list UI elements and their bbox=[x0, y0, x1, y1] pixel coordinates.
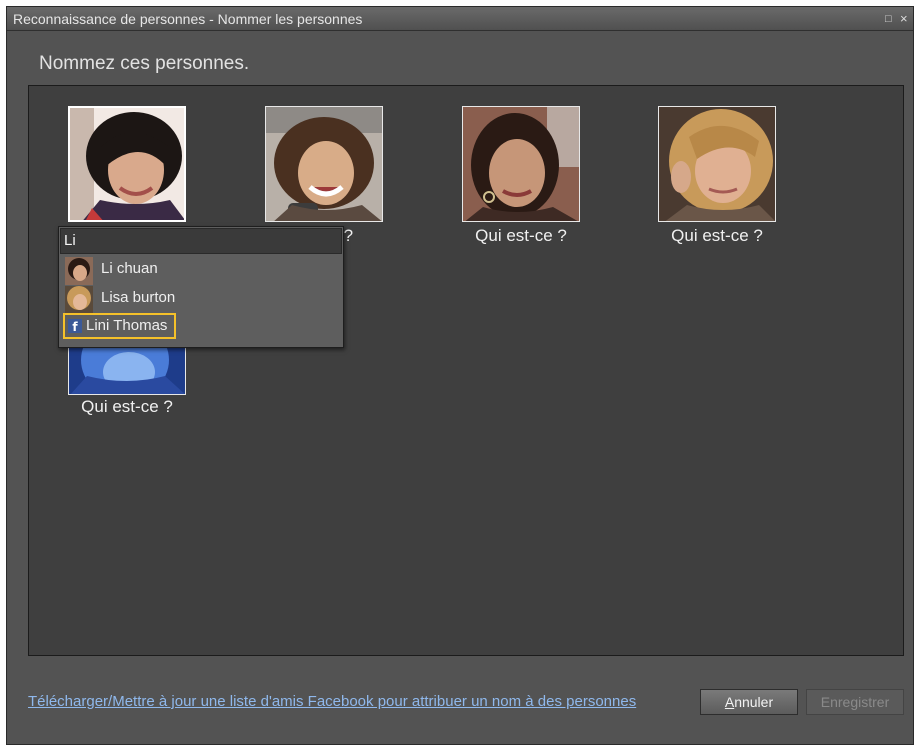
facebook-friends-link[interactable]: Télécharger/Mettre à jour une liste d'am… bbox=[28, 693, 636, 710]
avatar bbox=[65, 257, 93, 285]
suggestion-lini-thomas[interactable]: f Lini Thomas bbox=[63, 313, 176, 339]
cancel-mnemonic: A bbox=[724, 694, 735, 710]
facebook-icon: f bbox=[68, 319, 82, 334]
title-bar[interactable]: Reconnaissance de personnes - Nommer les… bbox=[7, 7, 913, 31]
avatar bbox=[65, 286, 93, 314]
close-icon[interactable]: × bbox=[900, 7, 908, 31]
dialog-window: Reconnaissance de personnes - Nommer les… bbox=[6, 6, 914, 745]
faces-panel: ce ? Qui est-ce ? bbox=[28, 85, 904, 656]
face-caption-4[interactable]: Qui est-ce ? bbox=[647, 226, 787, 246]
name-input[interactable]: Li bbox=[60, 228, 342, 254]
suggestion-lisa-burton[interactable]: Lisa burton bbox=[63, 284, 339, 314]
face-caption-5[interactable]: Qui est-ce ? bbox=[57, 397, 197, 417]
name-autocomplete: Li Li chuan Lisa burton f Lini Thomas bbox=[58, 226, 344, 348]
restore-icon[interactable]: □ bbox=[885, 7, 892, 31]
window-title: Reconnaissance de personnes - Nommer les… bbox=[13, 11, 363, 27]
suggestion-li-chuan[interactable]: Li chuan bbox=[63, 255, 339, 285]
face-thumbnail-2[interactable] bbox=[265, 106, 383, 222]
suggestion-label: Lini Thomas bbox=[86, 317, 168, 334]
cancel-label: nnuler bbox=[734, 694, 774, 710]
suggestion-label: Lisa burton bbox=[101, 289, 176, 306]
page-title: Nommez ces personnes. bbox=[39, 53, 250, 74]
cancel-button[interactable]: Annuler bbox=[700, 689, 798, 715]
face-thumbnail-1[interactable] bbox=[68, 106, 186, 222]
save-button[interactable]: Enregistrer bbox=[806, 689, 904, 715]
face-caption-3[interactable]: Qui est-ce ? bbox=[451, 226, 591, 246]
suggestion-label: Li chuan bbox=[101, 260, 158, 277]
face-thumbnail-3[interactable] bbox=[462, 106, 580, 222]
face-thumbnail-4[interactable] bbox=[658, 106, 776, 222]
